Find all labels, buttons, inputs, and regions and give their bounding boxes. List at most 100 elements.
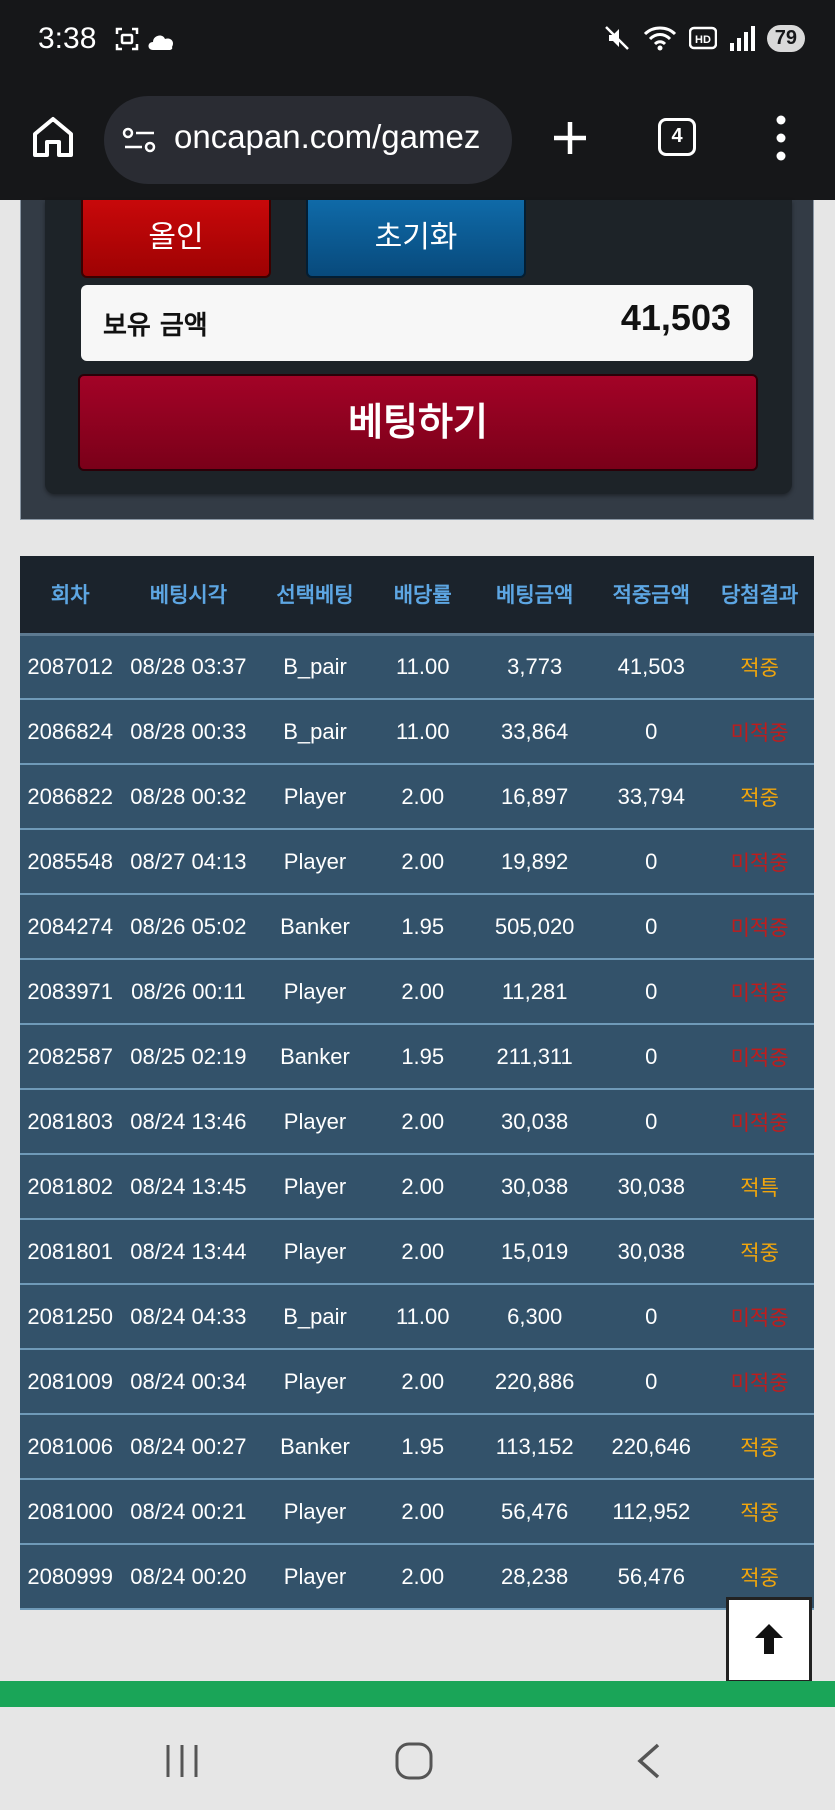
cell-round: 2084274 — [20, 894, 121, 960]
cell-round: 2080999 — [20, 1544, 121, 1610]
cell-bet-amount: 220,886 — [471, 1349, 598, 1415]
table-row: 2087012 08/28 03:37 B_pair 11.00 3,773 41,503… — [20, 634, 814, 700]
cell-payout: 30,038 — [597, 1219, 706, 1285]
cell-pick: Player — [256, 1089, 374, 1155]
cell-round: 2081802 — [20, 1154, 121, 1220]
place-bet-button[interactable]: 베팅하기 — [78, 374, 758, 471]
cell-result: 미적중 — [705, 699, 814, 765]
home-nav-icon[interactable] — [394, 1741, 434, 1781]
cell-payout: 0 — [597, 1089, 706, 1155]
header-payout: 적중금액 — [597, 556, 706, 636]
cell-payout: 30,038 — [597, 1154, 706, 1220]
cell-pick: Player — [256, 1349, 374, 1415]
table-row: 2082587 08/25 02:19 Banker 1.95 211,311 0 미적중 — [20, 1024, 814, 1090]
cell-bet-time: 08/24 00:27 — [120, 1414, 257, 1480]
balance-value: 41,503 — [620, 297, 731, 338]
cell-pick: Player — [256, 959, 374, 1025]
cell-result: 미적중 — [705, 1284, 814, 1350]
cell-odds: 11.00 — [373, 699, 472, 765]
back-icon[interactable] — [634, 1741, 664, 1781]
url-text[interactable]: oncapan.com/gamez — [174, 118, 499, 156]
browser-toolbar: oncapan.com/gamez 4 — [0, 88, 835, 200]
bet-panel: 올인 초기화 보유 금액 41,503 베팅하기 — [20, 200, 814, 520]
cell-payout: 33,794 — [597, 764, 706, 830]
cell-result: 미적중 — [705, 894, 814, 960]
cell-bet-time: 08/24 00:21 — [120, 1479, 257, 1545]
cell-round: 2081250 — [20, 1284, 121, 1350]
cell-bet-amount: 19,892 — [471, 829, 598, 895]
status-bar: 3:38 HD 79 — [0, 0, 835, 88]
address-bar[interactable]: oncapan.com/gamez — [104, 96, 512, 184]
cell-pick: Banker — [256, 1414, 374, 1480]
cell-pick: Banker — [256, 1024, 374, 1090]
cell-pick: Player — [256, 1154, 374, 1220]
cell-pick: Player — [256, 1219, 374, 1285]
cell-round: 2081801 — [20, 1219, 121, 1285]
screenshot-icon — [115, 27, 139, 51]
cell-odds: 2.00 — [373, 1479, 472, 1545]
more-menu-icon[interactable] — [766, 110, 796, 166]
cell-odds: 2.00 — [373, 1219, 472, 1285]
site-settings-icon[interactable] — [122, 126, 158, 154]
reset-button[interactable]: 초기화 — [306, 200, 526, 278]
cell-round: 2083971 — [20, 959, 121, 1025]
cell-pick: Player — [256, 1544, 374, 1610]
cell-odds: 2.00 — [373, 829, 472, 895]
cell-bet-time: 08/28 00:32 — [120, 764, 257, 830]
new-tab-icon[interactable] — [548, 116, 592, 160]
cell-bet-amount: 3,773 — [471, 634, 598, 700]
hd-icon: HD — [688, 26, 717, 50]
table-row: 2083971 08/26 00:11 Player 2.00 11,281 0 미적중 — [20, 959, 814, 1025]
cell-bet-amount: 15,019 — [471, 1219, 598, 1285]
table-row: 2084274 08/26 05:02 Banker 1.95 505,020 0 미적중 — [20, 894, 814, 960]
cell-payout: 41,503 — [597, 634, 706, 700]
arrow-up-icon — [755, 1624, 783, 1654]
table-row: 2081000 08/24 00:21 Player 2.00 56,476 112,95… — [20, 1479, 814, 1545]
cell-bet-amount: 16,897 — [471, 764, 598, 830]
bottom-green-bar — [0, 1681, 835, 1707]
cell-payout: 0 — [597, 959, 706, 1025]
cell-pick: Player — [256, 764, 374, 830]
cell-payout: 0 — [597, 699, 706, 765]
table-header-row: 회차 베팅시각 선택베팅 배당률 베팅금액 적중금액 당첨결과 — [20, 556, 814, 636]
all-in-button[interactable]: 올인 — [81, 200, 271, 278]
svg-text:HD: HD — [695, 34, 711, 46]
cell-bet-time: 08/24 13:46 — [120, 1089, 257, 1155]
cell-bet-time: 08/24 13:45 — [120, 1154, 257, 1220]
balance-box: 보유 금액 41,503 — [81, 285, 753, 361]
wifi-icon — [643, 26, 676, 51]
cell-bet-amount: 28,238 — [471, 1544, 598, 1610]
table-row: 2081803 08/24 13:46 Player 2.00 30,038 0 미적중 — [20, 1089, 814, 1155]
table-row: 2085548 08/27 04:13 Player 2.00 19,892 0 미적중 — [20, 829, 814, 895]
cell-bet-amount: 211,311 — [471, 1024, 598, 1090]
cell-result: 미적중 — [705, 1024, 814, 1090]
cell-pick: B_pair — [256, 699, 374, 765]
header-pick: 선택베팅 — [256, 556, 374, 636]
status-right-icons: HD 79 — [603, 24, 805, 52]
tab-switcher-button[interactable]: 4 — [658, 118, 696, 156]
cell-bet-amount: 30,038 — [471, 1089, 598, 1155]
cell-bet-time: 08/28 03:37 — [120, 634, 257, 700]
scroll-to-top-button[interactable] — [726, 1597, 812, 1683]
cell-bet-amount: 113,152 — [471, 1414, 598, 1480]
cell-odds: 2.00 — [373, 959, 472, 1025]
cell-payout: 56,476 — [597, 1544, 706, 1610]
table-row: 2086822 08/28 00:32 Player 2.00 16,897 33,794… — [20, 764, 814, 830]
mute-icon — [604, 26, 629, 50]
cell-odds: 1.95 — [373, 1024, 472, 1090]
cell-payout: 220,646 — [597, 1414, 706, 1480]
home-icon[interactable] — [30, 114, 76, 160]
cell-payout: 0 — [597, 829, 706, 895]
cell-pick: Player — [256, 829, 374, 895]
status-left-icons — [115, 26, 185, 62]
header-bet-time: 베팅시각 — [120, 556, 257, 636]
cell-payout: 112,952 — [597, 1479, 706, 1545]
recent-apps-icon[interactable] — [164, 1741, 200, 1781]
header-round: 회차 — [20, 556, 121, 636]
cell-bet-time: 08/24 00:34 — [120, 1349, 257, 1415]
cell-bet-time: 08/26 05:02 — [120, 894, 257, 960]
cell-bet-amount: 11,281 — [471, 959, 598, 1025]
cell-round: 2082587 — [20, 1024, 121, 1090]
cell-result: 적특 — [705, 1154, 814, 1220]
table-row: 2081006 08/24 00:27 Banker 1.95 113,152 220,6… — [20, 1414, 814, 1480]
